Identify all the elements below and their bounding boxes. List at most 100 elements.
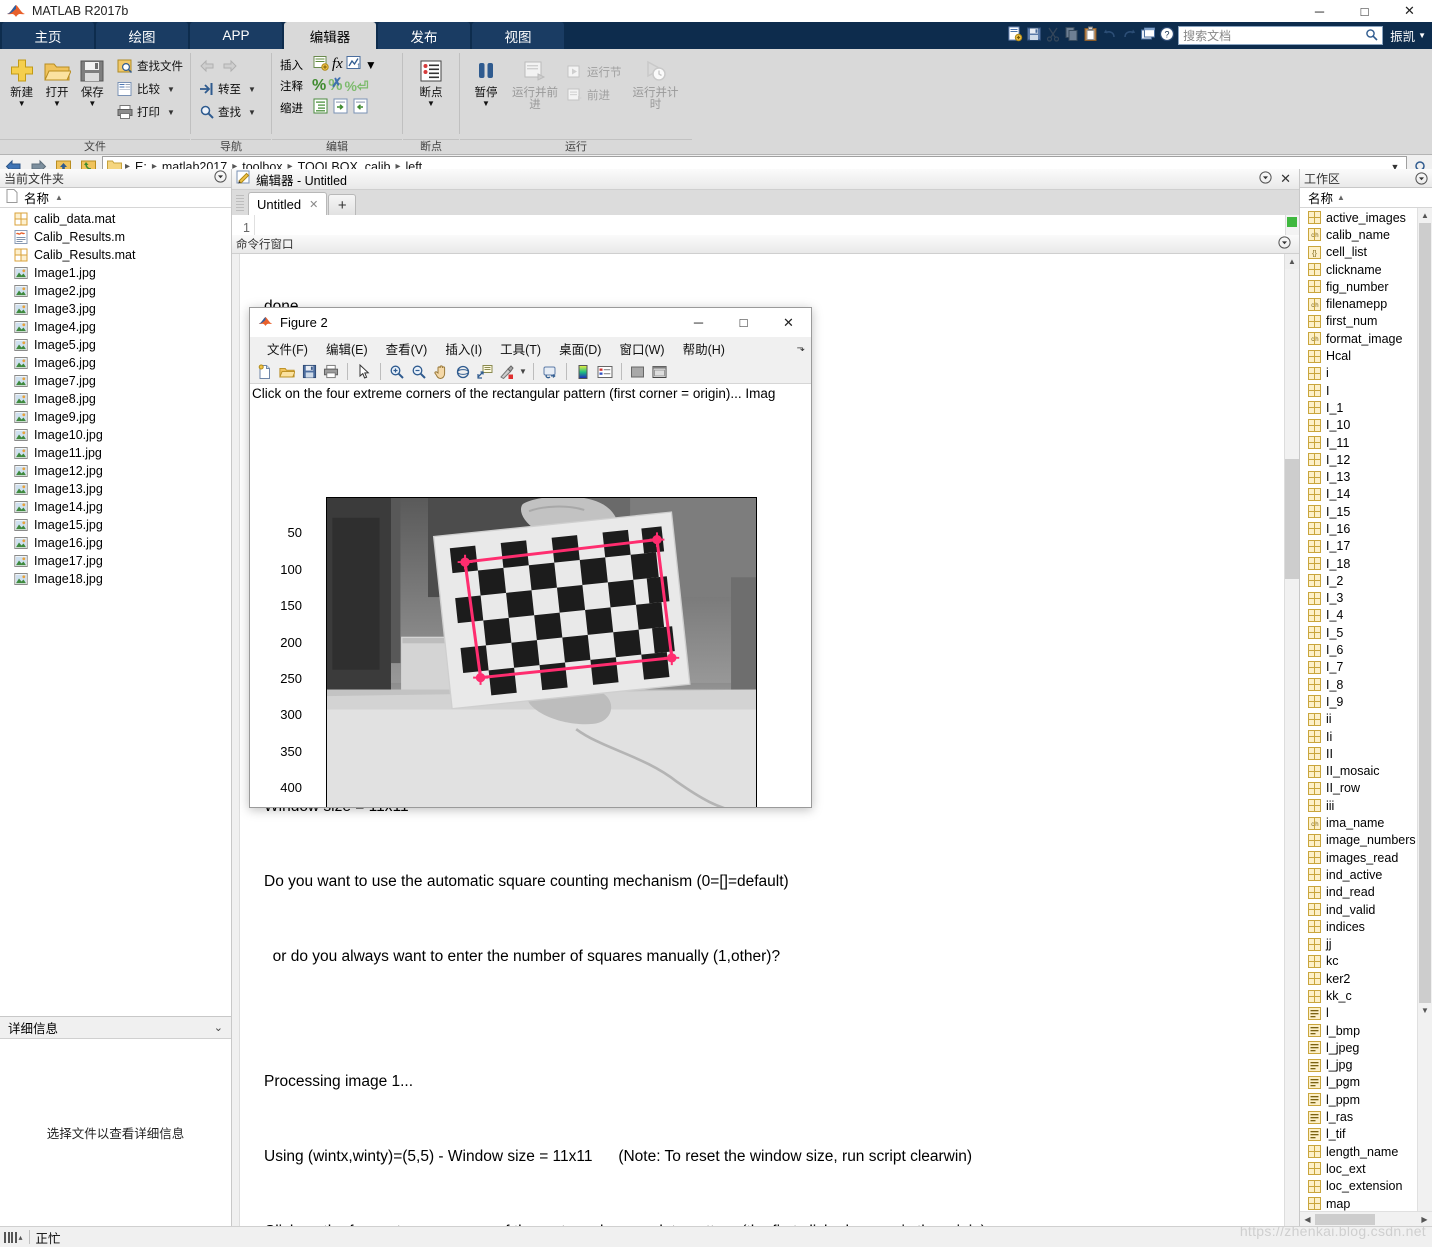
- chevron-down-icon[interactable]: ▼: [248, 108, 256, 117]
- list-item[interactable]: Image15.jpg: [0, 516, 231, 534]
- workspace-variable-row[interactable]: I_7: [1300, 659, 1417, 676]
- smart-indent-icon[interactable]: [312, 97, 330, 118]
- workspace-variable-row[interactable]: active_images: [1300, 209, 1417, 226]
- workspace-variable-row[interactable]: I_13: [1300, 468, 1417, 485]
- list-item[interactable]: Image16.jpg: [0, 534, 231, 552]
- search-icon[interactable]: [1365, 28, 1378, 44]
- ribbon-tab-editor[interactable]: 编辑器: [284, 22, 376, 49]
- workspace-variable-row[interactable]: I_10: [1300, 417, 1417, 434]
- chevron-down-icon[interactable]: ▼: [519, 367, 527, 376]
- workspace-variable-row[interactable]: indices: [1300, 918, 1417, 935]
- panel-menu-icon[interactable]: [1259, 171, 1272, 187]
- list-item[interactable]: Image9.jpg: [0, 408, 231, 426]
- chevron-down-icon[interactable]: ▼: [88, 100, 96, 108]
- workspace-variable-row[interactable]: kc: [1300, 953, 1417, 970]
- workspace-variable-row[interactable]: first_num: [1300, 313, 1417, 330]
- panel-menu-icon[interactable]: [1278, 236, 1295, 252]
- figure-window[interactable]: Figure 2 ─ □ ✕ 文件(F) 编辑(E) 查看(V) 插入(I) 工…: [249, 307, 812, 808]
- drag-handle[interactable]: [236, 195, 244, 213]
- ribbon-tab-apps[interactable]: APP: [190, 22, 282, 49]
- ribbon-tab-plots[interactable]: 绘图: [96, 22, 188, 49]
- workspace-variable-row[interactable]: ii: [1300, 711, 1417, 728]
- rotate-3d-icon[interactable]: [453, 362, 473, 382]
- editor-tab-untitled[interactable]: Untitled ✕: [248, 192, 328, 215]
- figure-menu-file[interactable]: 文件(F): [258, 339, 317, 358]
- list-item[interactable]: Image18.jpg: [0, 570, 231, 588]
- workspace-variable-row[interactable]: c h ima_name: [1300, 814, 1417, 831]
- workspace-variable-row[interactable]: loc_extension: [1300, 1178, 1417, 1195]
- workspace-variable-row[interactable]: I_17: [1300, 538, 1417, 555]
- editor-text-area[interactable]: [255, 215, 1285, 235]
- workspace-variable-row[interactable]: I_15: [1300, 503, 1417, 520]
- workspace-variable-row[interactable]: l: [1300, 1005, 1417, 1022]
- workspace-variable-row[interactable]: fig_number: [1300, 278, 1417, 295]
- list-item[interactable]: Image14.jpg: [0, 498, 231, 516]
- figure-minimize-button[interactable]: ─: [676, 308, 721, 337]
- workspace-variable-row[interactable]: I_14: [1300, 486, 1417, 503]
- print-button[interactable]: 打印 ▼: [114, 101, 186, 123]
- save-button[interactable]: 保存 ▼: [75, 54, 110, 108]
- workspace-variable-row[interactable]: I: [1300, 382, 1417, 399]
- ribbon-tab-view[interactable]: 视图: [472, 22, 564, 49]
- insert-section-icon[interactable]: [312, 54, 330, 75]
- panel-menu-icon[interactable]: [1415, 171, 1428, 185]
- workspace-variable-row[interactable]: ind_read: [1300, 884, 1417, 901]
- scroll-up-icon[interactable]: ▲: [1418, 208, 1432, 223]
- workspace-variable-row[interactable]: map: [1300, 1195, 1417, 1211]
- column-header-name[interactable]: 名称: [24, 188, 49, 207]
- editor-body[interactable]: 1: [232, 215, 1299, 235]
- figure-menu-desktop[interactable]: 桌面(D): [550, 339, 610, 358]
- workspace-variable-row[interactable]: c h calib_name: [1300, 226, 1417, 243]
- editor-panel-actions[interactable]: ✕: [1259, 171, 1295, 187]
- breakpoint-button[interactable]: 断点 ▼: [409, 54, 453, 108]
- close-icon[interactable]: ✕: [309, 198, 318, 211]
- list-item[interactable]: Image12.jpg: [0, 462, 231, 480]
- workspace-variable-row[interactable]: l_jpg: [1300, 1057, 1417, 1074]
- workspace-variable-row[interactable]: ind_valid: [1300, 901, 1417, 918]
- close-icon[interactable]: ✕: [1280, 171, 1291, 187]
- workspace-variable-row[interactable]: Ii: [1300, 728, 1417, 745]
- scroll-down-icon[interactable]: ▼: [1418, 1003, 1432, 1018]
- user-menu[interactable]: 振凯: [1390, 26, 1415, 45]
- scroll-left-icon[interactable]: ◀: [1300, 1215, 1315, 1224]
- list-item[interactable]: Image3.jpg: [0, 300, 231, 318]
- new-figure-icon[interactable]: [255, 362, 275, 382]
- list-item[interactable]: Image5.jpg: [0, 336, 231, 354]
- open-figure-icon[interactable]: [277, 362, 297, 382]
- figure-menu-view[interactable]: 查看(V): [377, 339, 437, 358]
- brush-icon[interactable]: [497, 362, 517, 382]
- hscrollbar-thumb[interactable]: [1315, 1213, 1375, 1225]
- chevron-down-icon[interactable]: ▼: [427, 100, 435, 108]
- ribbon-tab-home[interactable]: 主页: [2, 22, 94, 49]
- chevron-down-icon[interactable]: ▼: [167, 85, 175, 94]
- workspace-variable-row[interactable]: iii: [1300, 797, 1417, 814]
- new-tab-button[interactable]: +: [328, 194, 357, 215]
- workspace-variable-row[interactable]: I_3: [1300, 590, 1417, 607]
- list-item[interactable]: Image10.jpg: [0, 426, 231, 444]
- chevron-down-icon[interactable]: ▼: [53, 100, 61, 108]
- list-item[interactable]: Image13.jpg: [0, 480, 231, 498]
- workspace-variable-row[interactable]: l_ras: [1300, 1108, 1417, 1125]
- panel-actions[interactable]: [214, 170, 227, 186]
- list-item[interactable]: Image11.jpg: [0, 444, 231, 462]
- chevron-down-icon[interactable]: ▼: [1418, 31, 1426, 40]
- documentation-search[interactable]: 搜索文档: [1178, 26, 1384, 45]
- ribbon-tab-publish[interactable]: 发布: [378, 22, 470, 49]
- pointer-icon[interactable]: [354, 362, 374, 382]
- workspace-variable-row[interactable]: c h format_image: [1300, 330, 1417, 347]
- list-item[interactable]: Calib_Results.m: [0, 228, 231, 246]
- paste-icon[interactable]: [1083, 26, 1099, 45]
- list-item[interactable]: Image17.jpg: [0, 552, 231, 570]
- workspace-variable-row[interactable]: l_tif: [1300, 1126, 1417, 1143]
- colorbar-icon[interactable]: [573, 362, 593, 382]
- workspace-variable-row[interactable]: l_bmp: [1300, 1022, 1417, 1039]
- workspace-variable-row[interactable]: II: [1300, 745, 1417, 762]
- workspace-scrollbar[interactable]: ▲ ▼: [1417, 208, 1432, 1211]
- figure-canvas[interactable]: Click on the four extreme corners of the…: [250, 384, 811, 807]
- zoom-out-icon[interactable]: [409, 362, 429, 382]
- dock-arrow-icon[interactable]: ⬎: [797, 343, 811, 354]
- workspace-variable-row[interactable]: l_ppm: [1300, 1091, 1417, 1108]
- chevron-down-icon[interactable]: ▼: [18, 100, 26, 108]
- workspace-variable-row[interactable]: I_18: [1300, 555, 1417, 572]
- minimize-button[interactable]: ─: [1297, 0, 1342, 22]
